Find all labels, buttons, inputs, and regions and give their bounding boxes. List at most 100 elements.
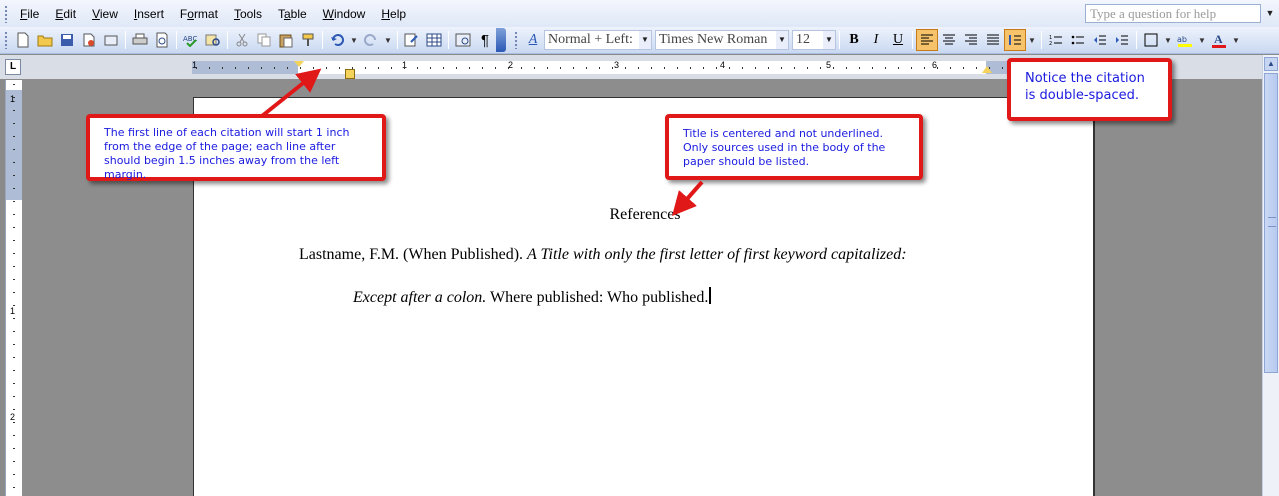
save-icon[interactable] — [56, 29, 78, 51]
ruler-tick — [248, 67, 249, 69]
ruler-tick — [443, 67, 444, 69]
vertical-ruler-tick — [13, 487, 15, 488]
font-dropdown[interactable]: Times New Roman ▼ — [655, 30, 789, 50]
menu-format[interactable]: Format — [172, 3, 226, 25]
bold-button[interactable]: B — [843, 29, 865, 51]
ruler-tick — [196, 67, 197, 69]
new-document-icon[interactable] — [12, 29, 34, 51]
toolbar-grip-formatting[interactable] — [514, 31, 518, 49]
align-left-button[interactable] — [916, 29, 938, 51]
increase-indent-icon[interactable] — [1111, 29, 1133, 51]
help-dropdown-icon[interactable]: ▼ — [1263, 4, 1277, 23]
copy-icon[interactable] — [253, 29, 275, 51]
vertical-ruler-tick — [13, 383, 15, 384]
vertical-ruler-tick — [13, 149, 15, 150]
justify-button[interactable] — [982, 29, 1004, 51]
font-size-dropdown-arrow-icon[interactable]: ▼ — [823, 31, 835, 49]
menu-file[interactable]: File — [12, 3, 47, 25]
ruler-tick — [378, 67, 379, 69]
ruler-tick — [742, 67, 743, 69]
italic-button[interactable]: I — [865, 29, 887, 51]
ruler-tick — [391, 67, 392, 69]
align-right-button[interactable] — [960, 29, 982, 51]
menu-table[interactable]: Table — [270, 3, 315, 25]
menubar-grip[interactable] — [4, 4, 8, 23]
research-icon[interactable] — [202, 29, 224, 51]
font-size-dropdown[interactable]: 12 ▼ — [792, 30, 836, 50]
line-spacing-dropdown-icon[interactable]: ▼ — [1026, 29, 1038, 51]
underline-button[interactable]: U — [887, 29, 909, 51]
toolbar-grip-standard[interactable] — [4, 31, 8, 49]
citation-line-1[interactable]: Lastname, F.M. (When Published). A Title… — [299, 246, 907, 264]
redo-dropdown-icon[interactable]: ▼ — [382, 29, 394, 51]
cut-icon[interactable] — [231, 29, 253, 51]
citation-title: A Title with only the first letter of fi… — [527, 246, 907, 263]
highlight-icon[interactable]: ab — [1174, 29, 1196, 51]
references-title[interactable]: References — [194, 206, 1096, 224]
vertical-ruler[interactable]: 1 1 2 — [5, 80, 22, 496]
toolbar-separator — [397, 31, 398, 49]
style-dropdown[interactable]: Normal + Left: ▼ — [544, 30, 652, 50]
undo-icon[interactable] — [326, 29, 348, 51]
document-map-icon[interactable] — [452, 29, 474, 51]
format-painter-icon[interactable] — [297, 29, 319, 51]
bullets-icon[interactable] — [1067, 29, 1089, 51]
menu-view[interactable]: View — [84, 3, 126, 25]
font-color-dropdown-icon[interactable]: ▼ — [1230, 29, 1242, 51]
ruler-left-margin[interactable] — [192, 61, 298, 74]
tab-selector[interactable]: L — [5, 59, 21, 75]
print-preview-icon[interactable] — [151, 29, 173, 51]
show-formatting-icon[interactable]: ¶ — [474, 29, 496, 51]
scrollbar-thumb[interactable] — [1264, 73, 1278, 373]
undo-dropdown-icon[interactable]: ▼ — [348, 29, 360, 51]
horizontal-ruler[interactable]: 1 1 2 3 4 5 6 — [192, 60, 1092, 79]
toolbar-options-icon[interactable] — [496, 28, 506, 52]
menu-insert[interactable]: Insert — [126, 3, 172, 25]
citation-title-continued: Except after a colon. — [353, 289, 487, 306]
highlight-dropdown-icon[interactable]: ▼ — [1196, 29, 1208, 51]
ruler-tick — [365, 67, 366, 69]
font-dropdown-arrow-icon[interactable]: ▼ — [776, 31, 788, 49]
help-search-input[interactable]: Type a question for help — [1085, 4, 1261, 23]
insert-hyperlink-icon[interactable] — [401, 29, 423, 51]
borders-icon[interactable] — [1140, 29, 1162, 51]
font-value: Times New Roman — [659, 32, 768, 47]
style-dropdown-arrow-icon[interactable]: ▼ — [639, 31, 651, 49]
ruler-tick — [703, 67, 704, 69]
scroll-up-icon[interactable]: ▲ — [1264, 57, 1278, 71]
vertical-ruler-top-margin[interactable] — [6, 90, 22, 200]
styles-and-formatting-icon[interactable]: A — [522, 29, 544, 51]
print-icon[interactable] — [129, 29, 151, 51]
menu-help[interactable]: Help — [373, 3, 414, 25]
insert-table-icon[interactable] — [423, 29, 445, 51]
menu-view-label: View — [92, 6, 118, 21]
email-icon[interactable] — [100, 29, 122, 51]
vertical-ruler-tick — [13, 461, 15, 462]
menu-edit[interactable]: Edit — [47, 3, 84, 25]
borders-dropdown-icon[interactable]: ▼ — [1162, 29, 1174, 51]
decrease-indent-icon[interactable] — [1089, 29, 1111, 51]
right-indent-marker[interactable] — [982, 66, 992, 73]
paste-icon[interactable] — [275, 29, 297, 51]
svg-text:ab: ab — [1177, 35, 1187, 44]
redo-icon[interactable] — [360, 29, 382, 51]
ruler-tick — [274, 67, 275, 69]
line-spacing-button[interactable] — [1004, 29, 1026, 51]
align-center-button[interactable] — [938, 29, 960, 51]
font-color-icon[interactable]: A — [1208, 29, 1230, 51]
numbering-icon[interactable]: 12 — [1045, 29, 1067, 51]
citation-line-2[interactable]: Except after a colon. Where published: W… — [353, 287, 712, 307]
spelling-icon[interactable]: ABC — [180, 29, 202, 51]
ruler-tick — [404, 67, 405, 69]
toolbar-separator — [1041, 31, 1042, 49]
ruler-tick — [235, 67, 236, 69]
menu-tools[interactable]: Tools — [226, 3, 270, 25]
open-folder-icon[interactable] — [34, 29, 56, 51]
permission-icon[interactable] — [78, 29, 100, 51]
vertical-scrollbar[interactable]: ▲ — [1262, 55, 1279, 496]
first-line-indent-marker[interactable] — [294, 61, 304, 67]
menu-window[interactable]: Window — [315, 3, 374, 25]
vertical-ruler-tick — [13, 123, 15, 124]
hanging-indent-marker[interactable] — [345, 69, 355, 79]
ruler-tick — [807, 67, 808, 69]
